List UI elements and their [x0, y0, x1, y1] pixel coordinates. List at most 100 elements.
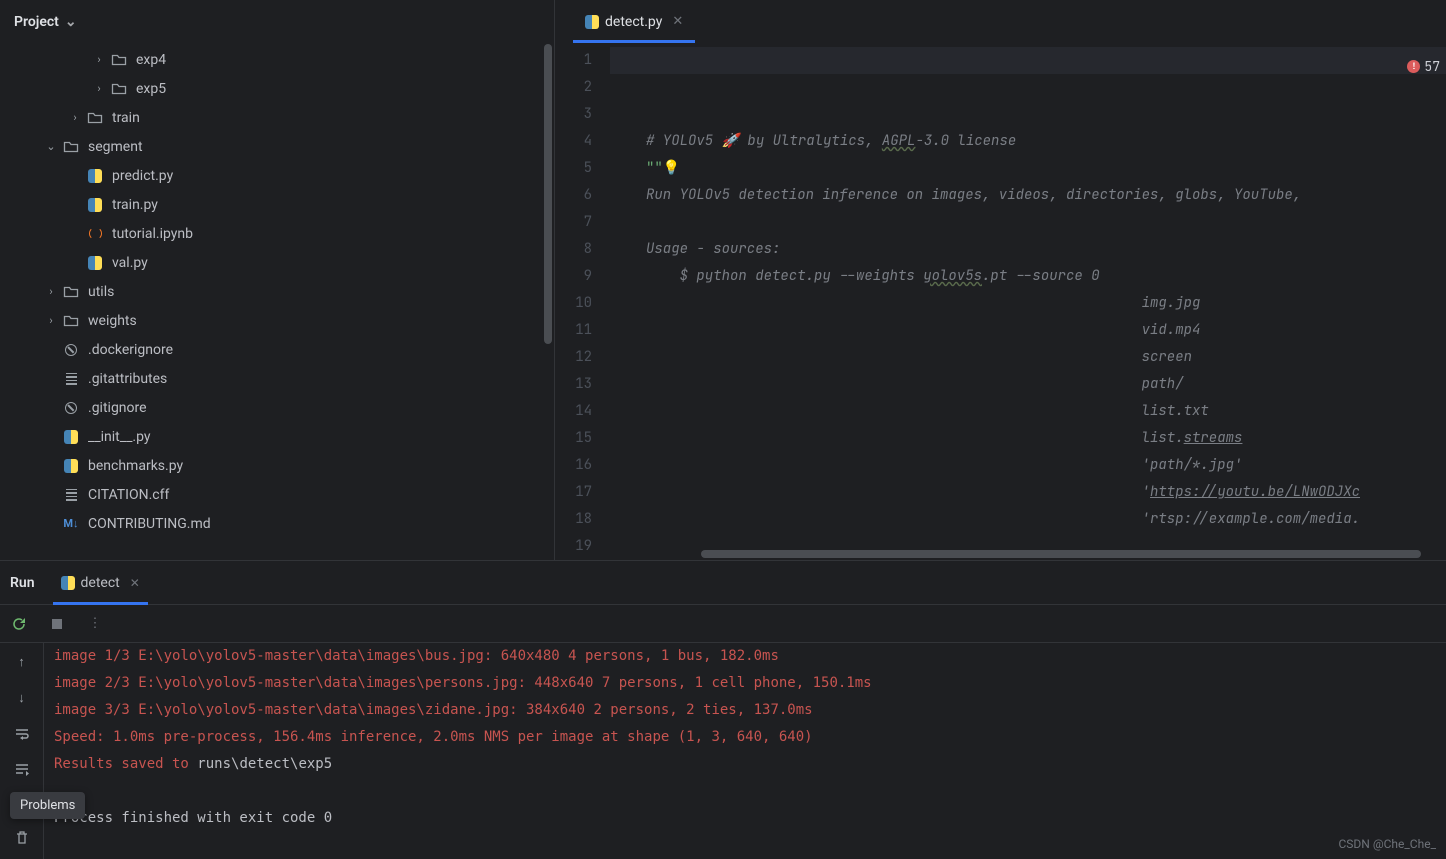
- tree-item[interactable]: train.py: [0, 190, 554, 219]
- project-tree: › exp4 › exp5 › train ⌄segmentpredict.pytrain.…: [0, 43, 554, 560]
- tree-item[interactable]: › exp5: [0, 74, 554, 103]
- tooltip-label: Problems: [20, 798, 75, 813]
- soft-wrap-button[interactable]: [11, 723, 33, 745]
- tree-item[interactable]: benchmarks.py: [0, 451, 554, 480]
- code-line[interactable]: list.streams: [646, 425, 1446, 452]
- editor-tab-label: detect.py: [605, 14, 662, 30]
- close-icon[interactable]: ✕: [672, 14, 683, 29]
- tree-item[interactable]: › weights: [0, 306, 554, 335]
- tree-item[interactable]: predict.py: [0, 161, 554, 190]
- run-title: Run: [10, 575, 35, 591]
- tree-item-label: train: [112, 110, 140, 126]
- up-icon[interactable]: ↑: [11, 651, 33, 673]
- tree-item-label: CITATION.cff: [88, 487, 169, 503]
- code-line[interactable]: path/: [646, 371, 1446, 398]
- code-line[interactable]: 'path/*.jpg': [646, 452, 1446, 479]
- code-line[interactable]: Run YOLOv5 detection inference on images…: [646, 182, 1446, 209]
- tree-item-label: CONTRIBUTING.md: [88, 516, 211, 532]
- tree-item[interactable]: CITATION.cff: [0, 480, 554, 509]
- editor-tabs: detect.py ✕: [555, 0, 1446, 43]
- error-indicator[interactable]: ! 57: [1407, 53, 1440, 80]
- console-line: [54, 778, 1436, 805]
- expand-arrow-icon[interactable]: ›: [92, 53, 106, 66]
- trash-button[interactable]: [11, 827, 33, 849]
- code-line[interactable]: ""💡: [646, 155, 1446, 182]
- code-line[interactable]: # YOLOv5 🚀 by Ultralytics, AGPL-3.0 lice…: [646, 128, 1446, 155]
- tree-item[interactable]: ⌄segment: [0, 132, 554, 161]
- tree-item-label: .gitattributes: [88, 371, 167, 387]
- run-header: Run detect ✕: [0, 561, 1446, 605]
- ban-icon: [62, 402, 80, 414]
- run-tab-detect[interactable]: detect ✕: [53, 561, 148, 605]
- run-side-toolbar: ↑ ↓: [0, 643, 44, 859]
- python-icon: [62, 459, 80, 473]
- code-line[interactable]: [646, 209, 1446, 236]
- more-actions-button[interactable]: ⋮: [84, 613, 106, 635]
- md-icon: M↓: [62, 517, 80, 530]
- expand-arrow-icon[interactable]: ›: [44, 314, 58, 327]
- console-line: Speed: 1.0ms pre-process, 156.4ms infere…: [54, 724, 1436, 751]
- run-tab-label: detect: [81, 575, 120, 591]
- python-icon: [86, 256, 104, 270]
- tree-item-label: exp4: [136, 52, 166, 68]
- error-dot-icon: !: [1407, 60, 1420, 73]
- console-line: image 1/3 E:\yolo\yolov5-master\data\ima…: [54, 643, 1436, 670]
- code-line[interactable]: [646, 533, 1446, 560]
- console-output[interactable]: image 1/3 E:\yolo\yolov5-master\data\ima…: [44, 643, 1446, 859]
- folder-icon: [110, 52, 128, 68]
- folder-icon: [62, 313, 80, 329]
- tree-item[interactable]: val.py: [0, 248, 554, 277]
- close-icon[interactable]: ✕: [130, 576, 140, 590]
- editor-body[interactable]: 12345678910111213141516171819 # YOLOv5 🚀…: [555, 43, 1446, 560]
- tree-item[interactable]: .dockerignore: [0, 335, 554, 364]
- chevron-down-icon: ⌄: [65, 14, 77, 30]
- tree-item[interactable]: › train: [0, 103, 554, 132]
- code-line[interactable]: 'rtsp://example.com/media.: [646, 506, 1446, 533]
- code-line[interactable]: 'https://youtu.be/LNwODJXc: [646, 479, 1446, 506]
- tree-item[interactable]: ›utils: [0, 277, 554, 306]
- line-number-gutter: 12345678910111213141516171819: [555, 43, 610, 560]
- tree-item-label: val.py: [112, 255, 148, 271]
- tree-item[interactable]: .gitignore: [0, 393, 554, 422]
- run-toolbar: ⋮: [0, 605, 1446, 643]
- tree-item-label: weights: [88, 313, 137, 329]
- tree-item[interactable]: M↓ CONTRIBUTING.md: [0, 509, 554, 538]
- expand-arrow-icon[interactable]: ⌄: [44, 140, 58, 153]
- folder-icon: [62, 284, 80, 300]
- jupyter-icon: [86, 227, 104, 240]
- stop-button[interactable]: [46, 613, 68, 635]
- error-count: 57: [1424, 53, 1440, 80]
- folder-icon: [110, 81, 128, 97]
- code-line[interactable]: screen: [646, 344, 1446, 371]
- code-line[interactable]: $ python detect.py --weights yolov5s.pt …: [646, 263, 1446, 290]
- lines-icon: [62, 489, 80, 501]
- rerun-button[interactable]: [8, 613, 30, 635]
- code-line[interactable]: list.txt: [646, 398, 1446, 425]
- code-line[interactable]: img.jpg: [646, 290, 1446, 317]
- ban-icon: [62, 344, 80, 356]
- python-icon: [86, 169, 104, 183]
- tree-item[interactable]: tutorial.ipynb: [0, 219, 554, 248]
- tree-item[interactable]: › exp4: [0, 45, 554, 74]
- sidebar-scrollbar[interactable]: [544, 44, 552, 344]
- tree-item-label: benchmarks.py: [88, 458, 183, 474]
- python-icon: [61, 576, 75, 590]
- tree-item[interactable]: .gitattributes: [0, 364, 554, 393]
- project-title: Project: [14, 14, 59, 30]
- code-line[interactable]: vid.mp4: [646, 317, 1446, 344]
- code-area[interactable]: # YOLOv5 🚀 by Ultralytics, AGPL-3.0 lice…: [610, 43, 1446, 560]
- expand-arrow-icon[interactable]: ›: [92, 82, 106, 95]
- expand-arrow-icon[interactable]: ›: [68, 111, 82, 124]
- tree-item-label: .dockerignore: [88, 342, 173, 358]
- code-line[interactable]: Usage - sources:: [646, 236, 1446, 263]
- run-panel: Run detect ✕ ⋮: [0, 560, 1446, 859]
- scroll-to-end-button[interactable]: [11, 759, 33, 781]
- python-icon: [62, 430, 80, 444]
- down-icon[interactable]: ↓: [11, 687, 33, 709]
- expand-arrow-icon[interactable]: ›: [44, 285, 58, 298]
- tree-item[interactable]: __init__.py: [0, 422, 554, 451]
- editor-tab-detect[interactable]: detect.py ✕: [573, 0, 695, 43]
- project-header[interactable]: Project ⌄: [0, 0, 554, 43]
- python-icon: [86, 198, 104, 212]
- tree-item-label: exp5: [136, 81, 166, 97]
